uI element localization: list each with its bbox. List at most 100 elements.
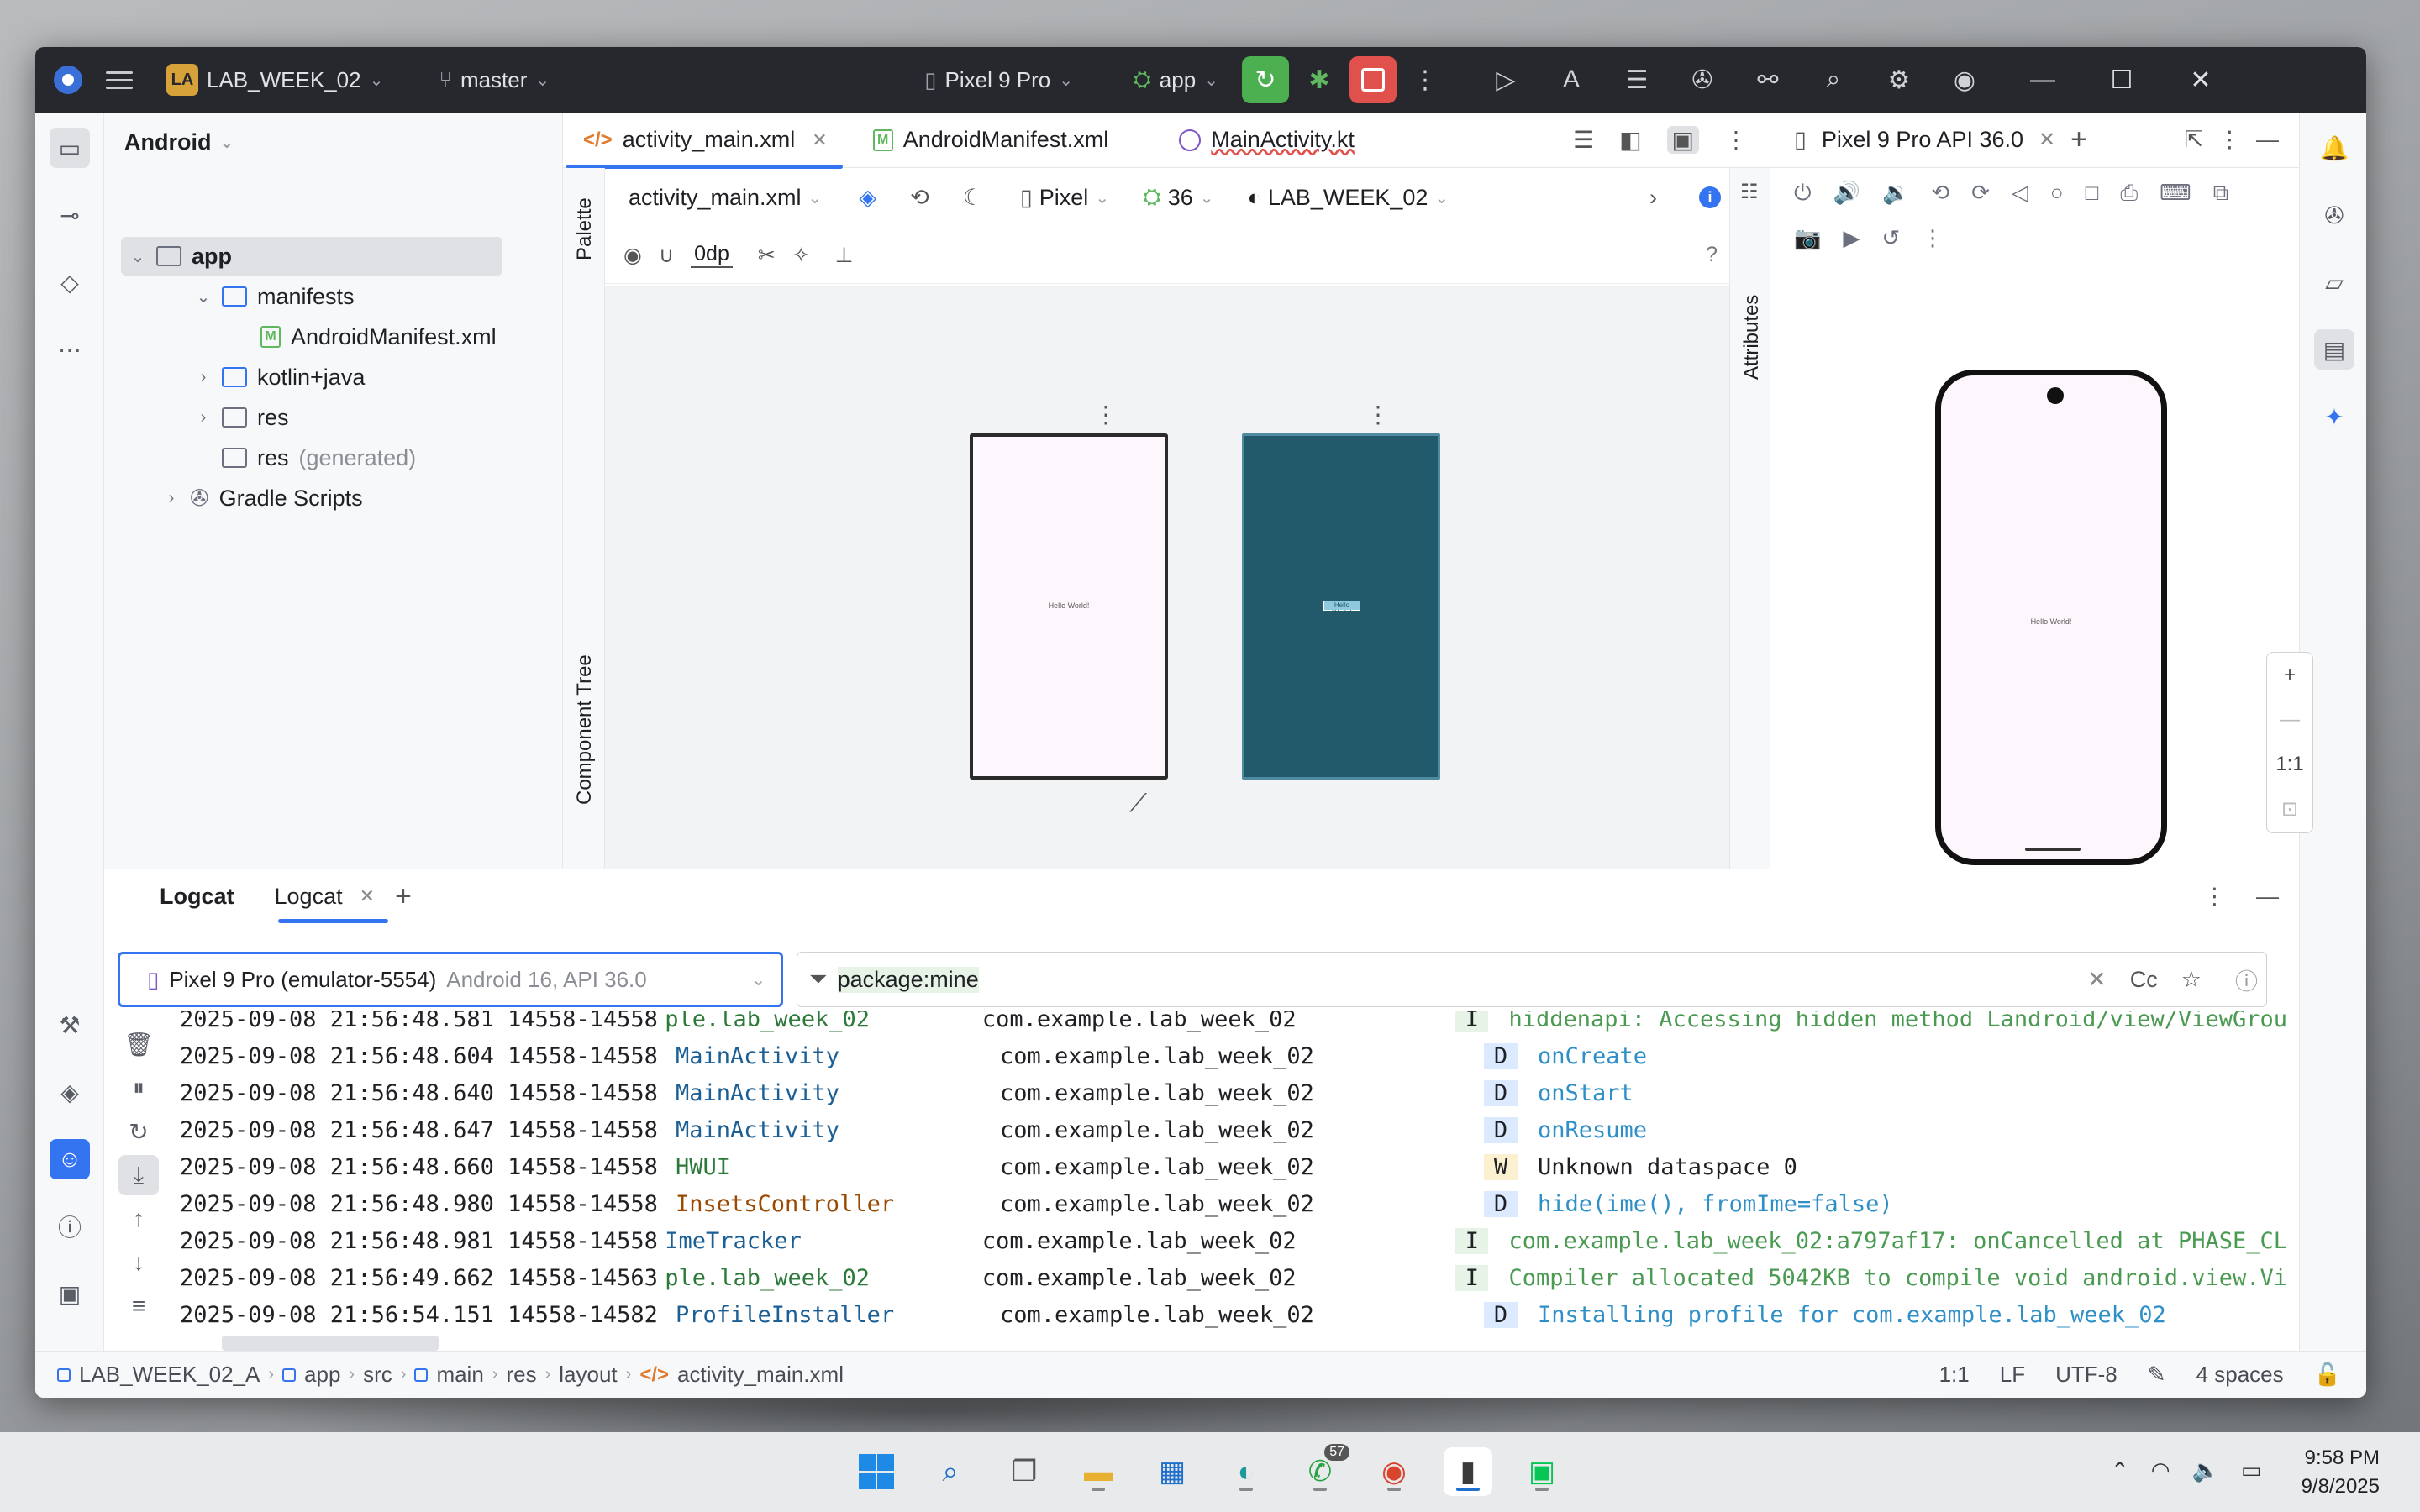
mirror-icon[interactable]: ⧉ xyxy=(2213,180,2229,207)
cursor-position[interactable]: 1:1 xyxy=(1939,1362,1970,1388)
tree-item-app[interactable]: ⌄ app xyxy=(121,237,502,276)
project-selector[interactable]: LA LAB_WEEK_02 ⌄ xyxy=(166,64,383,96)
add-tab-icon[interactable]: + xyxy=(395,880,412,913)
logcat-device-select[interactable]: ▯ Pixel 9 Pro (emulator-5554) Android 16… xyxy=(118,952,783,1007)
breadcrumb-item[interactable]: layout xyxy=(559,1362,617,1388)
app-quality-button[interactable]: ▷ xyxy=(1482,56,1529,103)
snapshot-icon[interactable]: ⎙ xyxy=(2120,180,2138,207)
rotate-right-icon[interactable]: ⟳ xyxy=(1971,180,1990,207)
edge-icon[interactable]: ◐ xyxy=(1222,1447,1270,1496)
account-button[interactable]: ◉ xyxy=(1941,56,1988,103)
open-external-icon[interactable]: ⇱ xyxy=(2184,127,2203,153)
build-tool-icon[interactable]: ⚒ xyxy=(50,1005,90,1045)
tree-item-gradle-scripts[interactable]: › ✇ Gradle Scripts xyxy=(163,479,363,517)
device-selector[interactable]: ▯ Pixel 9 Pro ⌄ xyxy=(924,67,1073,93)
help-icon[interactable]: ⓘ xyxy=(2235,963,2258,996)
logcat-filter[interactable]: ⏷ package:mine ✕ Cc ☆ ⓘ xyxy=(797,952,2267,1007)
info-icon[interactable]: i xyxy=(1699,186,1721,208)
more-tools-icon[interactable]: ⋯ xyxy=(50,329,90,370)
clear-filter-icon[interactable]: ✕ xyxy=(2087,967,2107,993)
system-clock[interactable]: 9:58 PM 9/8/2025 xyxy=(2302,1444,2380,1501)
device-manager-button[interactable]: ⚯ xyxy=(1744,56,1791,103)
add-device-icon[interactable]: + xyxy=(2070,123,2087,156)
minimize-panel-icon[interactable]: — xyxy=(2256,884,2279,910)
breadcrumb-item[interactable]: LAB_WEEK_02_A xyxy=(79,1362,260,1388)
split-view-icon[interactable]: ◧ xyxy=(1619,126,1641,154)
design-canvas[interactable]: ⋮ ⋮ Hello World! Hello World! ⟋ xyxy=(605,286,1729,869)
zoom-in-icon[interactable]: + xyxy=(2284,664,2296,687)
rerun-button[interactable]: ↻ xyxy=(1241,56,1289,103)
line-separator[interactable]: LF xyxy=(2000,1362,2025,1388)
chevron-right-icon[interactable]: › xyxy=(1649,185,1657,211)
device-select[interactable]: ▯ Pixel ⌄ xyxy=(1020,185,1109,211)
video-icon[interactable]: ▶ xyxy=(1843,225,1860,251)
branch-selector[interactable]: ⑂ master ⌄ xyxy=(439,67,550,93)
kebab-icon[interactable]: ⋮ xyxy=(2203,884,2226,910)
zoom-out-icon[interactable]: — xyxy=(2280,708,2300,732)
power-icon[interactable]: ⏻ xyxy=(1794,180,1812,207)
tab-main-activity[interactable]: MainActivity.kt xyxy=(1160,113,1373,168)
chevron-up-icon[interactable]: ⌃ xyxy=(2111,1457,2129,1483)
main-menu-icon[interactable] xyxy=(106,71,133,89)
translations-button[interactable]: A xyxy=(1548,56,1595,103)
minimize-panel-icon[interactable]: — xyxy=(2256,127,2279,153)
project-tool-icon[interactable]: ▭ xyxy=(50,128,90,168)
close-icon[interactable]: ✕ xyxy=(2039,128,2055,152)
minimize-button[interactable]: — xyxy=(2003,47,2082,113)
help-icon[interactable]: ? xyxy=(1706,243,1718,267)
close-icon[interactable]: ✕ xyxy=(812,129,827,151)
horizontal-scrollbar[interactable] xyxy=(222,1336,439,1351)
code-view-icon[interactable]: ☰ xyxy=(1573,126,1594,154)
emulator-phone[interactable]: Hello World! xyxy=(1935,370,2167,865)
kebab-icon[interactable]: ⋮ xyxy=(1922,225,1944,251)
debug-button[interactable]: ✱ xyxy=(1296,56,1343,103)
logcat-tab[interactable]: Logcat ✕ xyxy=(255,869,396,923)
code-style-icon[interactable]: ✎ xyxy=(2148,1362,2166,1388)
eye-icon[interactable]: ◉ xyxy=(623,243,642,268)
file-explorer-icon[interactable]: ▬ xyxy=(1074,1447,1123,1496)
match-case-toggle[interactable]: Cc xyxy=(2130,967,2158,993)
clear-constraints-icon[interactable]: ✂ xyxy=(758,243,776,268)
store-icon[interactable]: ▦ xyxy=(1148,1447,1197,1496)
orientation-icon[interactable]: ⟲ xyxy=(910,185,929,211)
tab-android-manifest[interactable]: M AndroidManifest.xml xyxy=(855,113,1128,168)
display-mode-icon[interactable]: ⌨ xyxy=(2160,180,2191,207)
breadcrumb-item[interactable]: main xyxy=(436,1362,483,1388)
gesture-bar[interactable] xyxy=(2025,848,2081,851)
close-window-button[interactable]: ✕ xyxy=(2161,47,2240,113)
notifications-icon[interactable]: 🔔 xyxy=(2314,128,2354,168)
resource-manager-icon[interactable]: ◇ xyxy=(50,262,90,302)
trash-icon[interactable]: 🗑 xyxy=(118,1024,159,1064)
guidelines-icon[interactable]: ⊥ xyxy=(835,243,854,268)
kebab-icon[interactable]: ⋮ xyxy=(1724,126,1748,154)
blueprint-textview[interactable]: Hello World! xyxy=(1323,601,1360,617)
tree-item-manifests[interactable]: ⌄ manifests xyxy=(195,277,355,316)
breadcrumb-item[interactable]: activity_main.xml xyxy=(677,1362,844,1388)
commit-tool-icon[interactable]: ⊸ xyxy=(50,195,90,235)
infer-constraints-icon[interactable]: ✧ xyxy=(792,243,810,268)
indent-setting[interactable]: 4 spaces xyxy=(2196,1362,2284,1388)
whatsapp-icon[interactable]: ✆ 57 xyxy=(1296,1444,1349,1496)
app-links-button[interactable]: ☰ xyxy=(1613,56,1660,103)
magnet-icon[interactable]: ∪ xyxy=(659,243,674,268)
resize-handle-icon[interactable]: ⟋ xyxy=(1129,790,1147,818)
wifi-icon[interactable]: ◠ xyxy=(2151,1457,2170,1483)
running-devices-icon[interactable]: ▤ xyxy=(2314,329,2354,370)
chrome-icon[interactable]: ◉ xyxy=(1370,1447,1418,1496)
task-view-icon[interactable]: ❐ xyxy=(1000,1447,1049,1496)
kebab-icon[interactable]: ⋮ xyxy=(2218,127,2241,153)
gradle-sync-button[interactable]: ✇ xyxy=(1679,56,1726,103)
stop-button[interactable] xyxy=(1349,56,1397,103)
file-encoding[interactable]: UTF-8 xyxy=(2055,1362,2118,1388)
logcat-tool-icon[interactable]: ☺ xyxy=(50,1139,90,1179)
gemini-sparkle-icon[interactable]: ✦ xyxy=(2314,396,2354,437)
zoom-ratio[interactable]: 1:1 xyxy=(2275,753,2303,776)
arrow-down-icon[interactable]: ↓ xyxy=(118,1242,159,1283)
camera-icon[interactable]: 📷 xyxy=(1794,225,1821,251)
blueprint-preview[interactable]: Hello World! xyxy=(1242,433,1440,780)
default-margin[interactable]: 0dp xyxy=(691,242,733,268)
fit-screen-icon[interactable]: ⊡ xyxy=(2281,797,2298,822)
tree-item-res[interactable]: › res xyxy=(195,398,289,437)
problems-tool-icon[interactable]: ⓘ xyxy=(50,1206,90,1247)
maximize-button[interactable]: ☐ xyxy=(2082,47,2161,113)
